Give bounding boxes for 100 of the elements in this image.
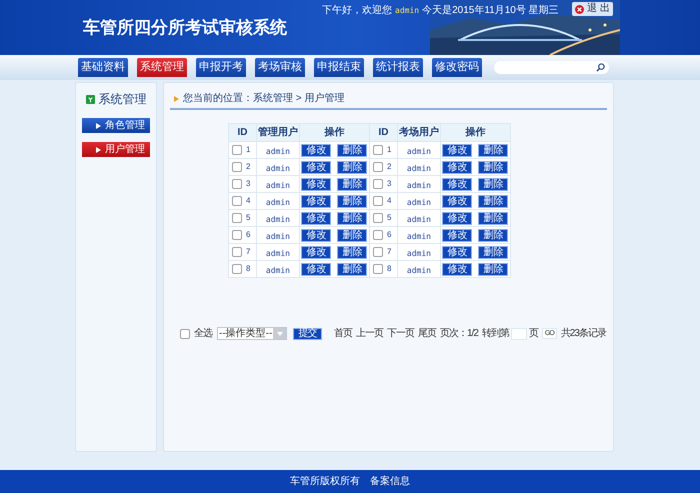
table-action-button[interactable]: 删除	[337, 262, 368, 276]
table-action-button[interactable]: 修改	[442, 262, 472, 276]
table-action-button[interactable]: 修改	[301, 228, 332, 242]
row-id: 4	[246, 197, 250, 205]
checkbox[interactable]	[232, 213, 242, 223]
select-all-label: 全选	[194, 326, 212, 341]
table-action-button[interactable]: 删除	[478, 160, 508, 174]
table-action-button[interactable]: 删除	[337, 194, 368, 208]
row-id: 2	[246, 163, 250, 171]
row-id: 1	[246, 146, 250, 154]
row-id: 1	[386, 146, 392, 154]
checkbox[interactable]	[372, 145, 383, 155]
row-id: 3	[246, 180, 250, 188]
username: admin	[406, 249, 431, 258]
nav-tab[interactable]: 申报结束	[314, 58, 364, 77]
nav-tab[interactable]: 基础资料	[78, 58, 128, 77]
table-action-button[interactable]: 删除	[478, 178, 508, 190]
table-action-button[interactable]: 删除	[337, 160, 368, 174]
row-id: 5	[246, 214, 250, 222]
table-action-button[interactable]: 删除	[337, 144, 368, 156]
nav-tab[interactable]: 修改密码	[432, 58, 482, 77]
row-id: 8	[246, 265, 250, 273]
username: admin	[406, 198, 431, 207]
pager-link[interactable]: 尾页	[418, 326, 436, 341]
sidebar-item[interactable]: 用户管理	[82, 142, 150, 157]
copyright-text: 车管所版权所有 备案信息	[290, 474, 410, 489]
username: admin	[266, 198, 290, 207]
action-select[interactable]: --操作类型--	[217, 327, 287, 340]
nav-tab[interactable]: 申报开考	[196, 58, 246, 77]
table-action-button[interactable]: 修改	[442, 194, 472, 208]
nav-tab[interactable]: 考场审核	[255, 58, 305, 77]
table-action-button[interactable]: 修改	[301, 178, 332, 190]
checkbox[interactable]	[372, 230, 383, 240]
logout-button[interactable]: 退 出	[572, 2, 613, 16]
table-action-button[interactable]: 删除	[337, 228, 368, 242]
table-action-button[interactable]: 修改	[301, 262, 332, 276]
checkbox[interactable]	[372, 264, 383, 274]
table-action-button[interactable]: 删除	[478, 228, 508, 242]
pager-link[interactable]: 上一页	[356, 326, 383, 341]
table-action-button[interactable]: 修改	[442, 228, 472, 242]
search-icon	[596, 63, 605, 72]
column-header: 操作	[440, 124, 510, 142]
checkbox[interactable]	[372, 196, 383, 206]
checkbox[interactable]	[372, 247, 383, 257]
username: admin	[266, 232, 290, 241]
table-action-button[interactable]: 删除	[337, 246, 368, 258]
username: admin	[406, 181, 431, 190]
page-info: 页次：1/2	[440, 327, 478, 341]
table-action-button[interactable]: 删除	[478, 144, 508, 156]
table-action-button[interactable]: 修改	[442, 160, 472, 174]
row-id: 3	[386, 180, 392, 188]
nav-tab[interactable]: 系统管理	[137, 58, 187, 77]
submit-button[interactable]: 提交	[293, 328, 322, 340]
table-action-button[interactable]: 修改	[442, 246, 472, 258]
checkbox[interactable]	[232, 247, 242, 257]
pager-link[interactable]: 首页	[334, 326, 352, 341]
checkbox[interactable]	[232, 264, 242, 274]
table-action-button[interactable]: 修改	[442, 212, 472, 224]
close-icon	[575, 4, 584, 14]
checkbox[interactable]	[232, 145, 242, 155]
table-action-button[interactable]: 修改	[301, 212, 332, 224]
table-action-button[interactable]: 删除	[478, 246, 508, 258]
nav-tab[interactable]: 统计报表	[373, 58, 423, 77]
checkbox[interactable]	[232, 230, 242, 240]
table-action-button[interactable]: 修改	[442, 178, 472, 190]
page-input[interactable]	[510, 328, 527, 340]
checkbox[interactable]	[372, 213, 383, 223]
table-action-button[interactable]: 删除	[337, 178, 368, 190]
row-id: 4	[386, 197, 392, 205]
table-action-button[interactable]: 删除	[478, 212, 508, 224]
table-action-button[interactable]: 删除	[478, 194, 508, 208]
triangle-icon	[174, 96, 179, 102]
checkbox[interactable]	[232, 196, 242, 206]
row-id: 2	[386, 163, 392, 171]
app-title: 车管所四分所考试审核系统	[83, 16, 287, 39]
table-action-button[interactable]: 修改	[301, 246, 332, 258]
column-header: ID	[369, 124, 398, 142]
search-field[interactable]	[494, 61, 609, 74]
column-header: 操作	[299, 124, 370, 142]
greeting-text: 下午好，欢迎您	[322, 4, 392, 18]
triangle-icon	[96, 146, 101, 152]
checkbox[interactable]	[232, 162, 242, 172]
table-action-button[interactable]: 删除	[337, 212, 368, 224]
table-action-button[interactable]: 修改	[442, 144, 472, 156]
table-action-button[interactable]: 修改	[301, 194, 332, 208]
row-id: 6	[386, 231, 392, 239]
checkbox[interactable]	[180, 328, 190, 338]
table-action-button[interactable]: 删除	[478, 262, 508, 276]
column-header: 考场用户	[397, 124, 440, 142]
checkbox[interactable]	[372, 179, 383, 189]
sidebar-title: 系统管理	[98, 91, 146, 108]
username: admin	[266, 181, 290, 190]
table-action-button[interactable]: 修改	[301, 160, 332, 174]
table-action-button[interactable]: 修改	[301, 144, 332, 156]
username: admin	[395, 4, 420, 16]
sidebar-item[interactable]: 角色管理	[82, 118, 150, 133]
checkbox[interactable]	[372, 162, 383, 172]
pager-link[interactable]: 下一页	[387, 326, 414, 341]
row-id: 6	[246, 231, 250, 239]
checkbox[interactable]	[232, 179, 242, 189]
